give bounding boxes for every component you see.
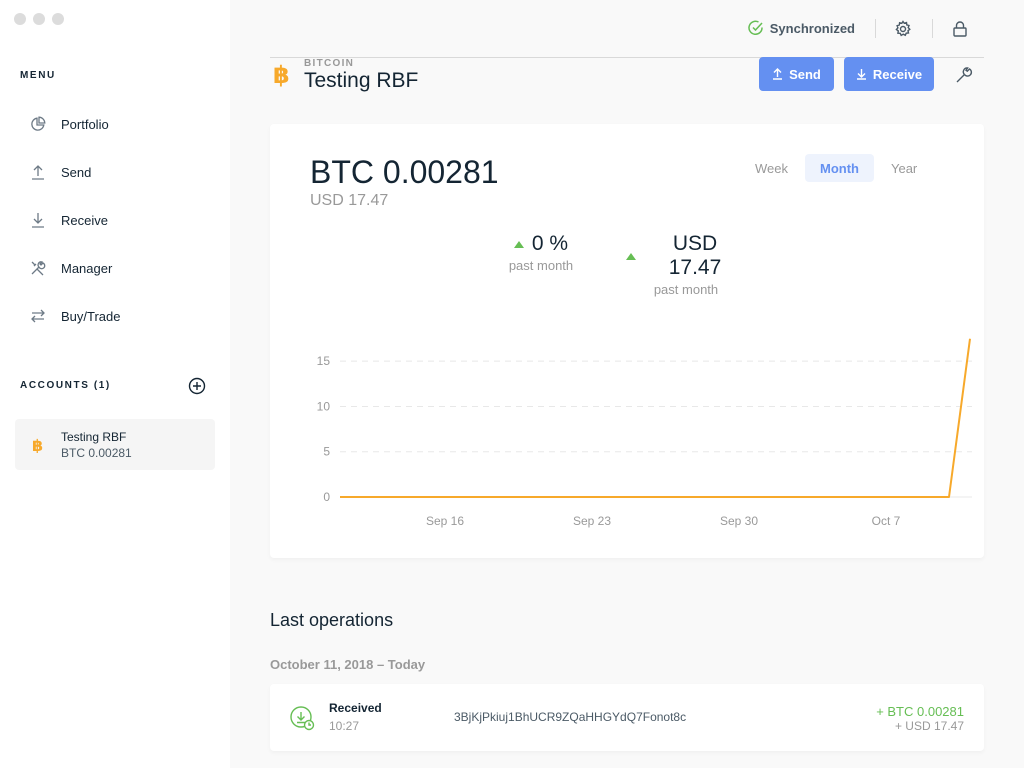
wrench-icon <box>956 67 973 83</box>
balance-card: BTC 0.00281 USD 17.47 Week Month Year 0 … <box>270 124 984 558</box>
bitcoin-icon: ฿ <box>29 437 47 453</box>
window-controls <box>14 13 64 25</box>
tab-week[interactable]: Week <box>740 154 803 182</box>
settings-button[interactable] <box>894 20 912 38</box>
x-tick-label: Oct 7 <box>872 514 901 528</box>
operation-row[interactable]: Received 10:27 3BjKjPkiuj1BhUCR9ZQaHHGYd… <box>270 684 984 751</box>
y-tick-label: 15 <box>317 354 331 368</box>
sidebar-item-send[interactable]: Send <box>15 148 215 196</box>
account-settings-button[interactable] <box>954 65 974 85</box>
lock-button[interactable] <box>951 20 969 38</box>
account-currency: BITCOIN <box>304 58 355 69</box>
accounts-title: ACCOUNTS (1) <box>20 380 111 391</box>
y-tick-label: 10 <box>317 399 331 413</box>
receive-button-label: Receive <box>872 66 923 82</box>
sidebar-item-manager[interactable]: Manager <box>15 244 215 292</box>
account-name: Testing RBF <box>61 429 127 444</box>
page-title: Testing RBF <box>304 69 419 92</box>
minimize-window-button[interactable] <box>33 13 45 25</box>
account-balance: BTC 0.00281 <box>61 445 132 460</box>
sidebar-item-receive[interactable]: Receive <box>15 196 215 244</box>
sidebar-nav: Portfolio Send Receive Manager Buy/Trade <box>15 100 215 340</box>
sidebar-item-label: Receive <box>61 212 108 228</box>
upload-arrow-icon <box>29 163 47 181</box>
sidebar-item-label: Buy/Trade <box>61 308 121 324</box>
y-tick-label: 0 <box>323 490 330 504</box>
topbar: Synchronized <box>270 0 984 58</box>
upload-arrow-icon <box>773 68 783 80</box>
svg-text:฿: ฿ <box>32 437 43 453</box>
receive-operation-icon <box>289 705 317 733</box>
maximize-window-button[interactable] <box>52 13 64 25</box>
bitcoin-icon: ฿ <box>273 61 293 92</box>
close-window-button[interactable] <box>14 13 26 25</box>
operations-date-header: October 11, 2018 – Today <box>270 657 426 672</box>
menu-title: MENU <box>20 70 56 81</box>
stat-value: USD 17.47 <box>668 232 722 279</box>
download-arrow-icon <box>29 211 47 229</box>
y-tick-label: 5 <box>323 445 330 459</box>
pie-chart-icon <box>29 115 47 133</box>
stat-fiat-change: USD 17.47 past month <box>626 232 746 297</box>
add-account-button[interactable] <box>188 377 206 395</box>
account-header: ฿ BITCOIN Testing RBF Send Receive <box>270 55 984 100</box>
tools-icon <box>29 259 47 277</box>
send-button[interactable]: Send <box>759 57 834 91</box>
sidebar-account-testing-rbf[interactable]: ฿ Testing RBF BTC 0.00281 <box>15 419 215 470</box>
tab-month[interactable]: Month <box>805 154 874 182</box>
operations-title: Last operations <box>270 610 394 630</box>
exchange-arrows-icon <box>29 307 47 325</box>
receive-button[interactable]: Receive <box>844 57 934 91</box>
divider <box>875 19 876 38</box>
balance-chart[interactable]: 0 5 10 15 Sep 16 Sep 23 Sep 30 Oct 7 <box>270 324 984 544</box>
sidebar-item-buy-trade[interactable]: Buy/Trade <box>15 292 215 340</box>
operation-type: Received <box>329 701 382 715</box>
period-selector: Week Month Year <box>740 154 934 182</box>
plus-circle-icon <box>188 377 206 395</box>
svg-text:฿: ฿ <box>273 61 290 87</box>
sidebar-item-label: Manager <box>61 260 113 276</box>
stat-label: past month <box>653 282 719 297</box>
sidebar-item-label: Send <box>61 164 92 180</box>
stat-percent-change: 0 % past month <box>506 232 576 273</box>
x-tick-label: Sep 30 <box>720 514 758 528</box>
balance-fiat: USD 17.47 <box>310 192 389 209</box>
operation-fiat-amount: + USD 17.47 <box>894 719 964 733</box>
operation-address: 3BjKjPkiuj1BhUCR9ZQaHHGYdQ7Fonot8c <box>454 710 687 724</box>
sync-label: Synchronized <box>769 20 855 36</box>
sidebar-item-label: Portfolio <box>61 116 109 132</box>
gear-icon <box>895 20 911 37</box>
stat-label: past month <box>508 258 574 273</box>
lock-icon <box>953 21 967 37</box>
check-circle-icon <box>748 20 763 35</box>
x-tick-label: Sep 23 <box>573 514 611 528</box>
sidebar-item-portfolio[interactable]: Portfolio <box>15 100 215 148</box>
balance-crypto: BTC 0.00281 <box>310 154 499 190</box>
operation-amount: + BTC 0.00281 <box>876 704 964 719</box>
divider <box>932 19 933 38</box>
sync-status[interactable]: Synchronized <box>748 20 855 36</box>
up-triangle-icon <box>513 240 524 248</box>
send-button-label: Send <box>789 66 821 82</box>
balance-series-line <box>340 338 971 498</box>
up-triangle-icon <box>626 252 636 260</box>
operation-time: 10:27 <box>329 719 360 733</box>
tab-year[interactable]: Year <box>876 154 932 182</box>
download-arrow-icon <box>856 69 866 80</box>
sidebar: MENU Portfolio Send Receive Manager Buy/… <box>0 0 230 768</box>
stat-value: 0 % <box>531 232 569 255</box>
x-tick-label: Sep 16 <box>426 514 464 528</box>
